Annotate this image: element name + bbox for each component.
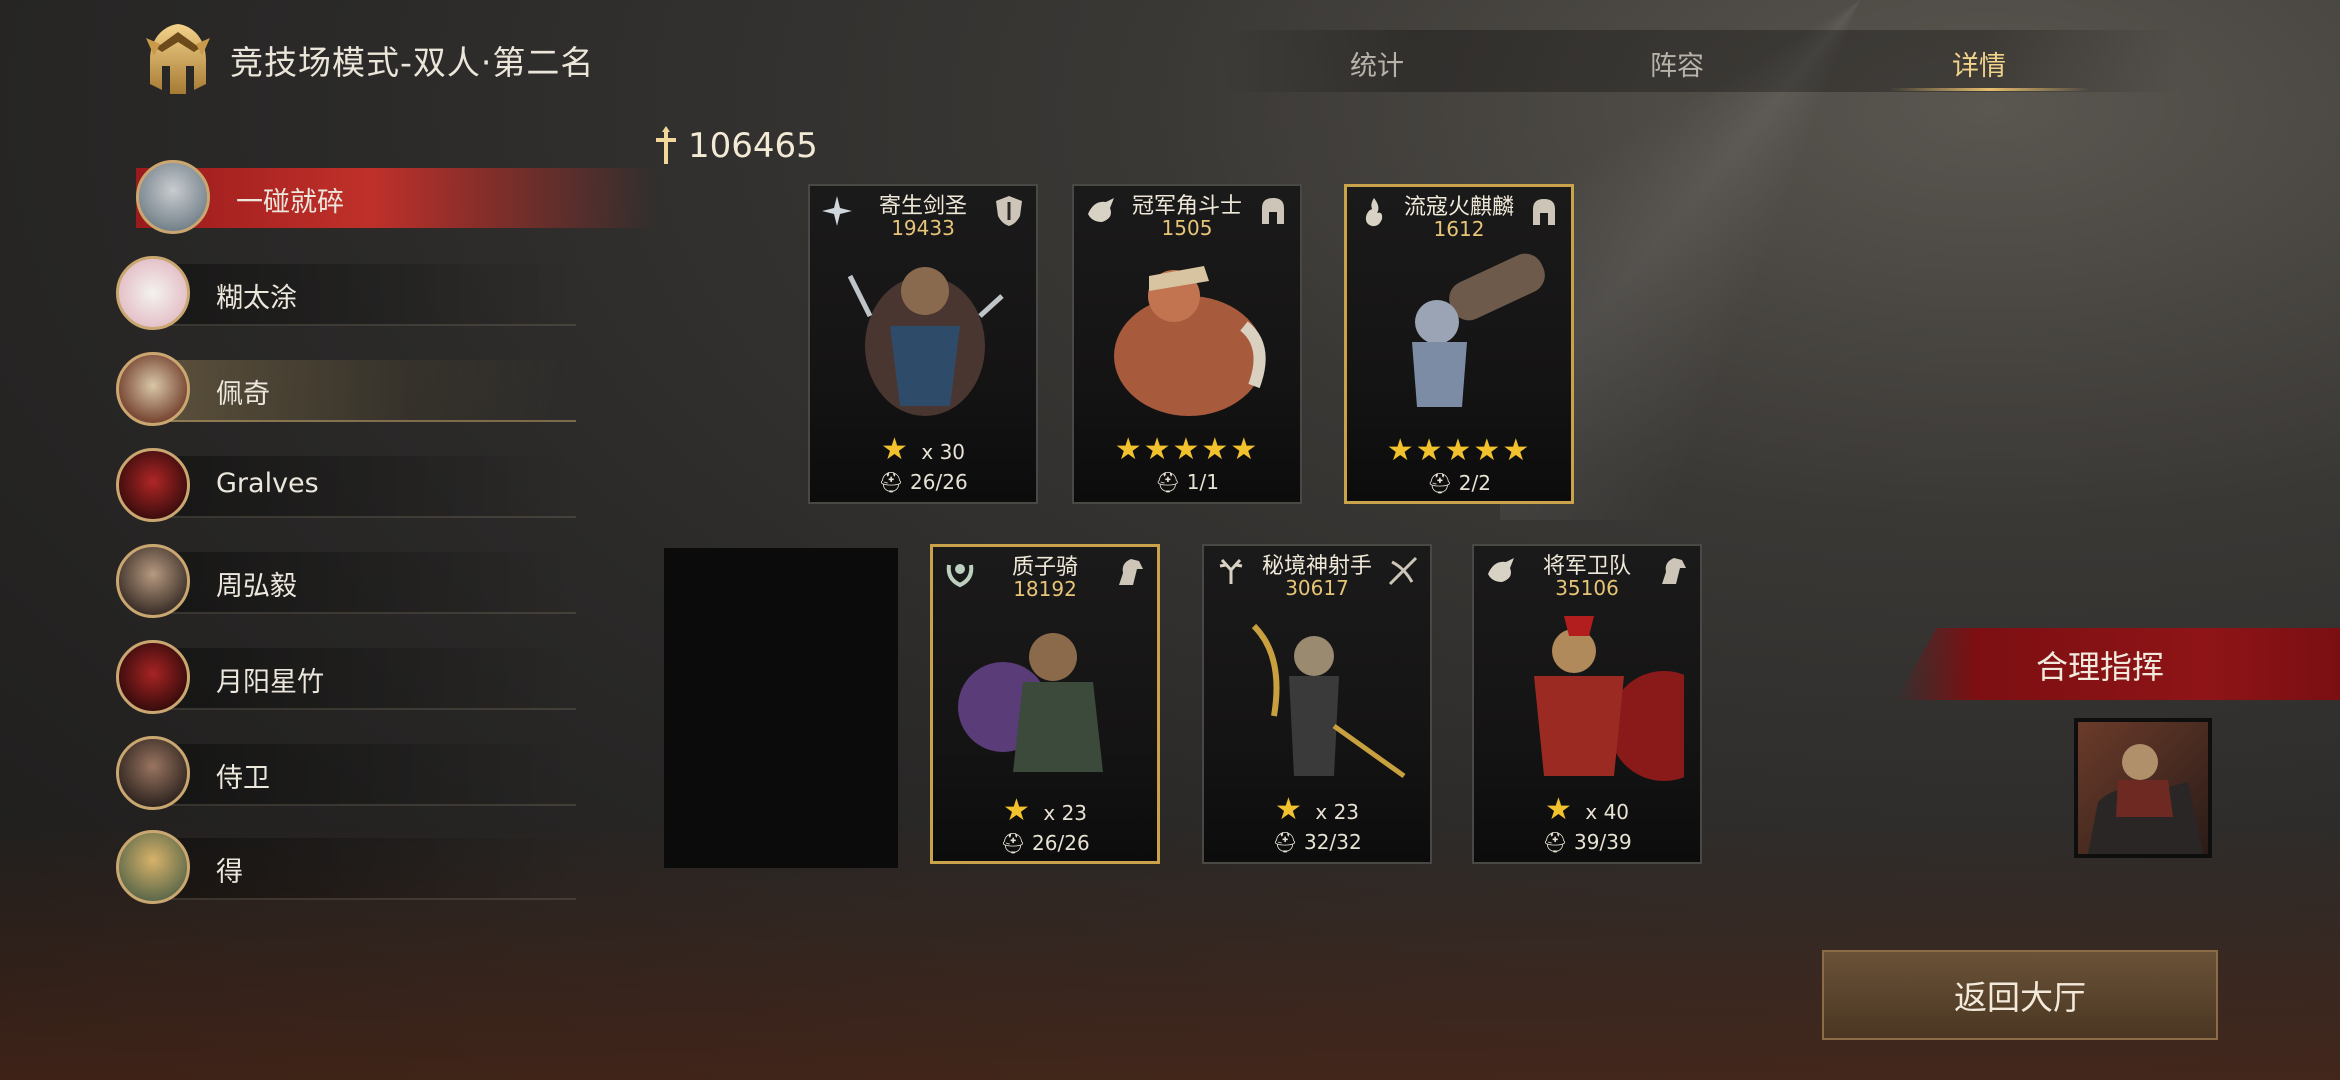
hero-troops: ⛑ 2/2: [1427, 471, 1491, 495]
hero-card[interactable]: 将军卫队 35106 ★ x 40 ⛑ 39/39: [1472, 544, 1702, 864]
hero-portrait: [1251, 623, 1406, 779]
team-power-value: 106465: [688, 126, 818, 166]
hero-stars: ★★★★★: [1114, 432, 1260, 467]
player-name: 周弘毅: [216, 571, 297, 602]
hero-troops: ⛑ 1/1: [1155, 470, 1219, 494]
team-power: 106465: [650, 124, 818, 168]
commander-portrait[interactable]: [2074, 718, 2212, 858]
hero-card[interactable]: 流寇火麒麟 1612 ★★★★★ ⛑ 2/2: [1344, 184, 1574, 504]
star-count: x 30: [921, 440, 966, 464]
hero-troops: ⛑ 26/26: [1000, 831, 1090, 855]
player-row[interactable]: 月阳星竹: [116, 638, 576, 718]
active-tab-indicator: [1890, 88, 2090, 91]
hero-troops: ⛑ 39/39: [1542, 830, 1632, 854]
hero-portrait: [1412, 253, 1545, 407]
avatar: [116, 448, 190, 522]
star-count: x 23: [1043, 801, 1088, 825]
hero-portrait: [958, 633, 1103, 772]
tab-lineup[interactable]: 阵容: [1650, 44, 1704, 83]
player-name: Gralves: [216, 468, 319, 499]
page-title: 竞技场模式-双人·第二名: [230, 43, 595, 82]
player-row[interactable]: Gralves: [116, 446, 576, 526]
player-row-highlight: [136, 168, 656, 228]
player-name: 佩奇: [216, 379, 270, 410]
player-row[interactable]: 得: [116, 828, 576, 908]
player-name: 一碰就碎: [236, 187, 344, 218]
avatar: [116, 256, 190, 330]
hero-card[interactable]: 质子骑 18192 ★ x 23 ⛑ 26/26: [930, 544, 1160, 864]
commander-art: [2088, 744, 2203, 854]
spartan-helmet-icon: [146, 24, 210, 94]
player-row[interactable]: 一碰就碎: [116, 158, 656, 238]
player-name: 得: [216, 857, 243, 888]
star-count: x 23: [1315, 800, 1360, 824]
hero-card[interactable]: 冠军角斗士 1505 ★★★★★ ⛑ 1/1: [1072, 184, 1302, 504]
mode-title: 竞技场模式-双人·第二名: [136, 18, 594, 102]
hero-stars: ★ x 23: [1274, 792, 1360, 827]
empty-hero-slot[interactable]: [664, 548, 898, 868]
player-name: 侍卫: [216, 763, 270, 794]
hero-stars: ★ x 23: [1002, 793, 1088, 828]
hero-troops: ⛑ 32/32: [1272, 830, 1362, 854]
hero-portrait: [1534, 616, 1684, 781]
avatar: [116, 544, 190, 618]
return-lobby-label: 返回大厅: [1954, 978, 2086, 1017]
avatar: [136, 160, 210, 234]
star-count: x 40: [1585, 800, 1630, 824]
hero-stars: ★ x 40: [1544, 792, 1630, 827]
player-row[interactable]: 糊太涂: [116, 254, 576, 334]
hero-card[interactable]: 寄生剑圣 19433 ★ x 30 ⛑ 26/26: [808, 184, 1038, 504]
player-row[interactable]: 侍卫: [116, 734, 576, 814]
avatar: [116, 352, 190, 426]
avatar: [116, 640, 190, 714]
tab-statistics[interactable]: 统计: [1350, 44, 1404, 83]
commander-banner: 合理指挥: [1896, 628, 2340, 700]
power-icon: [656, 126, 676, 164]
tab-details[interactable]: 详情: [1952, 44, 2006, 83]
avatar: [116, 736, 190, 810]
hero-portrait: [847, 267, 1004, 416]
return-lobby-button[interactable]: 返回大厅: [1822, 950, 2218, 1040]
hero-stars: ★ x 30: [880, 432, 966, 467]
hero-card[interactable]: 秘境神射手 30617 ★ x 23 ⛑ 32/32: [1202, 544, 1432, 864]
player-name: 月阳星竹: [216, 667, 324, 698]
avatar: [116, 830, 190, 904]
hero-portrait: [1114, 266, 1266, 416]
player-row[interactable]: 周弘毅: [116, 542, 576, 622]
tab-bar: 统计 阵容 详情: [1220, 30, 2180, 92]
hero-stars: ★★★★★: [1386, 433, 1532, 468]
player-row[interactable]: 佩奇: [116, 350, 576, 430]
player-name: 糊太涂: [216, 283, 297, 314]
hero-troops: ⛑ 26/26: [878, 470, 968, 494]
commander-label: 合理指挥: [2036, 648, 2165, 686]
